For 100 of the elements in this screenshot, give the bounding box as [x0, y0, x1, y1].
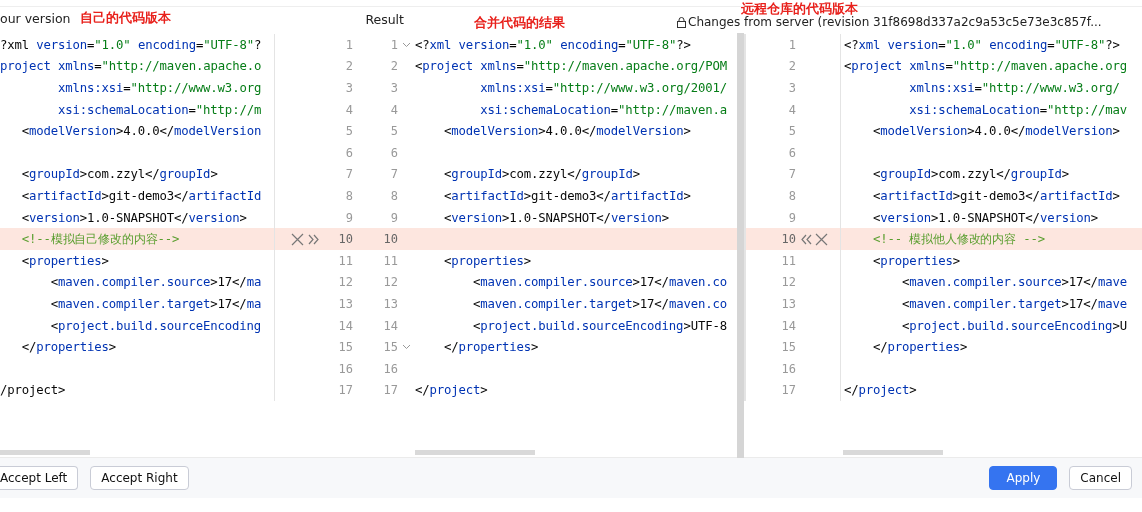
scrollbar[interactable] — [0, 450, 90, 455]
apply-button[interactable]: Apply — [989, 466, 1058, 490]
code-line: <maven.compiler.target>17</ma — [49, 295, 262, 313]
code-line: <!-- 模拟他人修改的内容 --> — [872, 231, 1045, 249]
code-line: <version>1.0-SNAPSHOT</version> — [443, 209, 669, 227]
line-number: 13 — [382, 296, 399, 311]
line-number: 17 — [780, 383, 796, 398]
line-number: 4 — [344, 102, 353, 117]
line-number: 9 — [787, 210, 796, 225]
code-line: xmlns:xsi="http://www.w3.org/ — [908, 80, 1120, 97]
code-line: <version>1.0-SNAPSHOT</version> — [20, 209, 247, 227]
action-button[interactable]: Cancel — [1069, 466, 1132, 490]
code-line: <groupId>com.zzyl</groupId> — [872, 166, 1069, 184]
code-line: <maven.compiler.target>17</maven.co — [472, 295, 727, 313]
line-number: 10 — [382, 232, 399, 247]
line-number: 15 — [337, 340, 353, 355]
code-line: <version>1.0-SNAPSHOT</version> — [872, 209, 1098, 227]
code-line: <artifactId>git-demo3</artifactId> — [872, 187, 1120, 205]
double-chevron-left-icon[interactable] — [801, 233, 812, 245]
action-button[interactable]: Accept Right — [90, 466, 189, 490]
code-line: xsi:schemaLocation="http://m — [57, 101, 262, 119]
line-number: 3 — [344, 81, 353, 95]
line-number: 9 — [389, 210, 399, 225]
line-number: 6 — [787, 145, 796, 160]
line-number: 7 — [344, 167, 353, 182]
code-line: </properties> — [20, 339, 117, 357]
line-number: 5 — [389, 124, 399, 139]
line-number: 8 — [389, 188, 399, 203]
line-number: 11 — [382, 253, 399, 268]
code-line: /project> — [0, 382, 66, 400]
line-number: 2 — [787, 59, 796, 74]
chevron-down-icon[interactable] — [401, 41, 411, 48]
code-line: <modelVersion>4.0.0</modelVersion — [20, 123, 262, 141]
code-line: </project> — [844, 382, 917, 400]
code-line: <properties> — [443, 252, 532, 270]
code-line: </properties> — [872, 339, 968, 357]
line-number: 6 — [389, 145, 399, 160]
line-number: 11 — [337, 253, 353, 268]
line-number: 8 — [787, 188, 796, 203]
line-number: 11 — [780, 253, 796, 268]
code-line: <project xmlns="http://maven.apache.org — [844, 58, 1127, 76]
line-number: 16 — [337, 361, 353, 376]
code-line: <?xml version="1.0" encoding="UTF-8"?> — [844, 36, 1120, 54]
line-number: 7 — [787, 167, 796, 182]
annotation: 自己的代码版本 — [80, 10, 172, 27]
line-number: 1 — [344, 37, 353, 52]
code-line: <modelVersion>4.0.0</modelVersion> — [872, 123, 1120, 141]
line-number: 16 — [780, 361, 796, 376]
pane-title: our version — [0, 11, 71, 26]
line-number: 16 — [382, 361, 399, 376]
cross-icon[interactable] — [291, 232, 304, 246]
line-number: 12 — [337, 275, 353, 290]
scrollbar[interactable] — [415, 450, 535, 455]
code-line: <project.build.sourceEncoding>UTF-8 — [472, 317, 727, 335]
double-chevron-right-icon[interactable] — [308, 233, 319, 245]
code-line: <maven.compiler.source>17</mave — [901, 274, 1127, 292]
line-number: 4 — [787, 102, 796, 117]
lock-icon — [677, 16, 686, 28]
line-number: 4 — [389, 102, 399, 117]
line-number: 2 — [344, 59, 353, 74]
code-line: xsi:schemaLocation="http://maven.a — [479, 101, 727, 119]
line-number: 8 — [344, 188, 353, 203]
line-number: 10 — [337, 232, 353, 247]
code-line: <project.build.sourceEncoding>U — [901, 317, 1127, 335]
line-number: 14 — [337, 318, 353, 333]
code-line: xsi:schemaLocation="http://mav — [908, 101, 1127, 119]
annotation: 远程仓库的代码版本 — [741, 1, 858, 16]
code-line: project xmlns="http://maven.apache.o — [0, 58, 262, 76]
code-line: xmlns:xsi="http://www.w3.org/2001/ — [479, 80, 727, 97]
line-number: 3 — [787, 81, 796, 95]
code-line: <maven.compiler.source>17</maven.co — [472, 274, 727, 292]
code-line: <modelVersion>4.0.0</modelVersion> — [443, 123, 691, 141]
line-number: 17 — [382, 383, 399, 398]
line-number: 2 — [389, 59, 399, 74]
code-line: <properties> — [872, 252, 961, 270]
scrollbar[interactable] — [737, 33, 744, 458]
line-number: 12 — [382, 275, 399, 290]
line-number: 7 — [389, 167, 399, 182]
line-number: 14 — [780, 318, 796, 333]
code-line: <project xmlns="http://maven.apache.org/POM — [415, 58, 727, 76]
code-line: <groupId>com.zzyl</groupId> — [20, 166, 218, 184]
line-number: 9 — [344, 210, 353, 225]
chevron-down-icon[interactable] — [401, 344, 411, 351]
line-number: 12 — [780, 275, 796, 290]
pane-title: Changes from server (revision 31f8698d337a2c9a53c5e73e3c857f... — [688, 15, 1102, 29]
line-number: 15 — [382, 340, 399, 355]
scrollbar[interactable] — [843, 450, 943, 455]
code-line: <artifactId>git-demo3</artifactId — [20, 187, 262, 205]
code-line: <!--模拟自己修改的内容--> — [20, 231, 180, 249]
line-number: 6 — [344, 145, 353, 160]
line-number: 5 — [344, 124, 353, 139]
line-number: 3 — [389, 81, 399, 95]
line-number: 13 — [780, 296, 796, 311]
line-number: 5 — [787, 124, 796, 139]
code-line: ?xml version="1.0" encoding="UTF-8"? — [0, 36, 262, 54]
cross-icon[interactable] — [815, 232, 828, 246]
code-line: </project> — [415, 382, 488, 400]
pane-title: Result — [365, 12, 404, 27]
action-button[interactable]: Accept Left — [0, 466, 79, 490]
code-line: <properties> — [20, 252, 109, 270]
